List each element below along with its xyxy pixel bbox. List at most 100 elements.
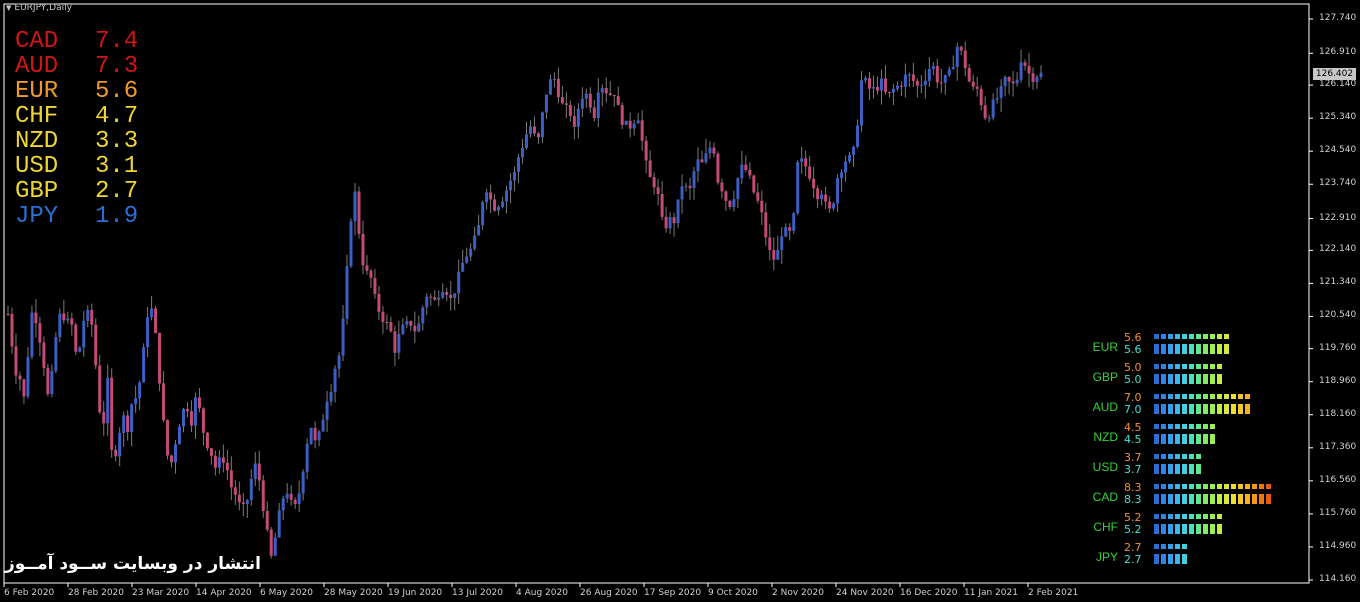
meter-top-segment — [1224, 394, 1229, 399]
watermark-text: انتشار در وبسایت ســود آمــوز — [5, 554, 261, 574]
candle-body — [501, 202, 504, 207]
meter-bottom-segment — [1161, 494, 1166, 504]
meter-top-segment — [1189, 334, 1194, 339]
candle-body — [872, 87, 875, 89]
meter-currency-label: GBP — [1088, 370, 1118, 384]
candle-body — [142, 347, 145, 382]
candle-body — [964, 51, 967, 69]
candle-body — [146, 317, 149, 347]
candle-body — [916, 81, 919, 86]
candle-body — [1028, 66, 1031, 73]
meter-bottom-segment — [1203, 404, 1208, 414]
candle-body — [605, 88, 608, 93]
candle-body — [1008, 77, 1011, 81]
candle-body — [657, 187, 660, 194]
candle-body — [912, 74, 915, 80]
candle-body — [665, 217, 668, 229]
candle-body — [609, 93, 612, 95]
meter-top-segment — [1175, 514, 1180, 519]
candle-body — [637, 120, 640, 123]
strength-value: 4.7 — [95, 104, 138, 129]
candle-body — [708, 148, 711, 154]
date-tick-label: 16 Dec 2020 — [900, 588, 958, 598]
meter-bottom-value: 3.7 — [1124, 463, 1142, 476]
candle-body — [772, 250, 775, 260]
candle-body — [904, 75, 907, 87]
candle-body — [134, 398, 137, 404]
candle-body — [645, 141, 648, 161]
meter-top-segment — [1224, 484, 1229, 489]
meter-top-segment — [1175, 544, 1180, 549]
candle-body — [497, 207, 500, 211]
candle-body — [816, 188, 819, 199]
candle-body — [1012, 81, 1015, 83]
meter-bottom-segment — [1168, 434, 1173, 444]
meter-bottom-segment — [1154, 494, 1159, 504]
meter-top-segment — [1196, 484, 1201, 489]
candle-body — [704, 153, 707, 162]
candle-body — [581, 99, 584, 109]
meter-top-segment — [1168, 484, 1173, 489]
candle-body — [832, 204, 835, 209]
candlestick-chart[interactable] — [0, 0, 1360, 602]
candle-body — [381, 312, 384, 322]
candle-body — [533, 127, 536, 134]
meter-bottom-segment — [1182, 404, 1187, 414]
candle-body — [270, 530, 273, 556]
meter-bottom-segment — [1154, 434, 1159, 444]
meter-bottom-segment — [1175, 344, 1180, 354]
meter-top-segment — [1168, 544, 1173, 549]
candle-body — [138, 382, 141, 398]
candle-body — [848, 155, 851, 161]
candle-body — [696, 159, 699, 171]
meter-top-segment — [1196, 454, 1201, 459]
candle-body — [936, 66, 939, 82]
meter-top-segment — [1168, 514, 1173, 519]
meter-bottom-segment — [1175, 404, 1180, 414]
candle-body — [924, 81, 927, 85]
candle-body — [784, 227, 787, 236]
chart-title-bar[interactable]: ▼ EURJPY,Daily — [6, 3, 72, 13]
strength-currency: USD — [15, 154, 95, 179]
candle-body — [1036, 77, 1039, 82]
dropdown-triangle-icon[interactable]: ▼ — [6, 4, 11, 12]
candle-body — [569, 105, 572, 116]
meter-top-segment — [1182, 544, 1187, 549]
candle-body — [537, 133, 540, 137]
meter-bottom-segment — [1210, 524, 1215, 534]
meter-bars-group — [1154, 334, 1271, 564]
meter-top-segment — [1182, 484, 1187, 489]
meter-bottom-segment — [1168, 524, 1173, 534]
candle-body — [413, 326, 416, 332]
meter-bottom-segment — [1182, 434, 1187, 444]
meter-top-segment — [1217, 514, 1222, 519]
candle-body — [30, 313, 33, 357]
meter-bottom-segment — [1168, 344, 1173, 354]
candle-body — [445, 292, 448, 295]
candle-body — [78, 347, 81, 351]
meter-bottom-segment — [1189, 434, 1194, 444]
candle-body — [880, 79, 883, 91]
chart-window[interactable]: ▼ EURJPY,Daily CAD7.4 AUD7.3 EUR5.6 CHF4… — [0, 0, 1360, 602]
candle-body — [669, 217, 672, 228]
candle-body — [557, 79, 560, 97]
candle-body — [565, 103, 568, 105]
candle-body — [122, 415, 125, 433]
candle-body — [748, 170, 751, 176]
candle-body — [350, 221, 353, 266]
strength-value: 3.1 — [95, 154, 138, 179]
meter-top-segment — [1161, 424, 1166, 429]
strength-row: EUR5.6 — [15, 79, 138, 104]
candle-body — [940, 82, 943, 83]
candle-body — [58, 313, 61, 337]
candle-body — [980, 89, 983, 105]
meter-top-segment — [1210, 334, 1215, 339]
strength-row: USD3.1 — [15, 154, 138, 179]
candle-body — [736, 178, 739, 199]
candle-body — [393, 331, 396, 352]
candle-body — [238, 495, 241, 503]
candle-body — [1016, 80, 1019, 84]
meter-bottom-value: 5.0 — [1124, 373, 1142, 386]
meter-bottom-segment — [1161, 404, 1166, 414]
candle-body — [234, 487, 237, 494]
